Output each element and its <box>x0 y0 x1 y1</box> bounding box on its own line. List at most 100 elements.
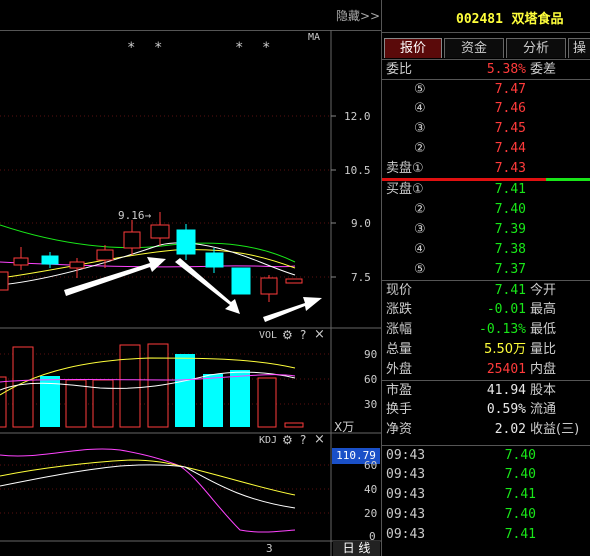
bid-price: 7.40 <box>494 202 526 217</box>
quote-label: 换手 <box>386 402 413 417</box>
tick-price: 7.40 <box>504 448 536 463</box>
tick-time: 09:43 <box>386 448 426 463</box>
quote-value: -0.01 <box>486 302 526 317</box>
tick-price: 7.40 <box>504 467 536 482</box>
ask-level-label: 卖盘① <box>386 161 424 176</box>
quote-label: 涨跌 <box>386 302 413 317</box>
bid-level-label: ④ <box>414 242 426 257</box>
quote-label-2: 流通 <box>530 402 557 417</box>
kdj-tick: 60 <box>364 459 378 472</box>
kline-chart <box>0 30 381 556</box>
tab-analysis[interactable]: 分析 <box>506 38 566 58</box>
ask-row[interactable]: ④ 7.46 <box>382 99 590 119</box>
tick-time: 09:43 <box>386 487 426 502</box>
bid-price: 7.41 <box>494 182 526 197</box>
gear-icon[interactable]: ⚙ <box>282 433 293 447</box>
bid-level-label: ⑤ <box>414 262 426 277</box>
quote-label-2: 内盘 <box>530 362 557 377</box>
quote-row: 现价 7.41 今开 <box>382 280 590 301</box>
quote-row: 外盘 25401 内盘 <box>382 360 590 380</box>
quote-label-2: 股本 <box>530 383 557 398</box>
quote-label-2: 最高 <box>530 302 557 317</box>
tick-row: 09:43 7.40 <box>382 465 590 485</box>
period-button[interactable]: 日 线 <box>333 541 380 556</box>
kdj-k-line <box>0 464 296 509</box>
tick-row: 09:43 7.41 <box>382 525 590 545</box>
quote-value: 5.50万 <box>484 342 526 357</box>
price-tick: 10.5 <box>344 164 371 177</box>
ask-level-label: ③ <box>414 121 426 136</box>
date-axis-label: 3 <box>266 542 273 555</box>
quote-row: 净资 2.02 收益(三) <box>382 420 590 440</box>
vol-tick: 30 <box>364 398 378 411</box>
quote-label: 市盈 <box>386 383 413 398</box>
close-icon[interactable]: × <box>314 327 325 342</box>
help-icon[interactable]: ? <box>300 328 306 342</box>
quote-value: 0.59% <box>486 402 526 417</box>
quote-label: 外盘 <box>386 362 413 377</box>
chart-area[interactable]: 隐藏>> MA * * * * 9.16→ 12.0 10.5 9.0 7.5 … <box>0 0 381 556</box>
kdj-tick: 20 <box>364 507 378 520</box>
bid-level-label: ③ <box>414 222 426 237</box>
ask-price: 7.45 <box>494 121 526 136</box>
price-tick: 7.5 <box>351 271 371 284</box>
weibi-row: 委比 5.38% 委差 <box>382 59 590 80</box>
help-icon[interactable]: ? <box>300 433 306 447</box>
vol-tick: 60 <box>364 373 378 386</box>
stock-name: 双塔食品 <box>511 12 564 27</box>
tab-more[interactable]: 操 <box>568 38 590 58</box>
vol-unit-label: X万 <box>334 420 355 434</box>
tick-time: 09:43 <box>386 527 426 542</box>
down-candles <box>41 224 251 295</box>
tab-funds[interactable]: 资金 <box>444 38 504 58</box>
quote-value: 7.41 <box>494 283 526 298</box>
tick-price: 7.40 <box>504 507 536 522</box>
title-divider <box>382 32 590 33</box>
ask-level-label: ④ <box>414 101 426 116</box>
ask-level-label: ② <box>414 141 426 156</box>
weicha-label: 委差 <box>530 62 557 77</box>
quote-label-2: 量比 <box>530 342 557 357</box>
tick-row: 09:43 7.40 <box>382 505 590 525</box>
gear-icon[interactable]: ⚙ <box>282 328 293 342</box>
star-mark: * <box>154 40 163 56</box>
kdj-j-line <box>0 448 296 533</box>
tick-time: 09:43 <box>386 507 426 522</box>
quote-row: 市盈 41.94 股本 <box>382 380 590 401</box>
star-mark: * <box>127 40 136 56</box>
quote-row: 涨跌 -0.01 最高 <box>382 300 590 320</box>
price-tick: 9.0 <box>351 217 371 230</box>
bid-price: 7.37 <box>494 262 526 277</box>
ask-row[interactable]: ② 7.44 <box>382 139 590 159</box>
ask-price: 7.47 <box>494 82 526 97</box>
ask-price: 7.46 <box>494 101 526 116</box>
kdj-tick: 40 <box>364 483 378 496</box>
ask-price: 7.43 <box>494 161 526 176</box>
ask-row[interactable]: 卖盘① 7.43 <box>382 159 590 179</box>
tick-row: 09:43 7.41 <box>382 485 590 505</box>
star-mark: * <box>235 40 244 56</box>
kdj-label: KDJ <box>259 435 278 446</box>
stock-code: 002481 <box>456 12 503 27</box>
bid-row[interactable]: ③ 7.39 <box>382 220 590 240</box>
quote-label: 净资 <box>386 422 413 437</box>
bid-row[interactable]: ⑤ 7.37 <box>382 260 590 280</box>
quote-value: 25401 <box>486 362 526 377</box>
star-mark: * <box>262 40 271 56</box>
quote-label-2: 收益(三) <box>530 422 580 437</box>
ask-row[interactable]: ③ 7.45 <box>382 119 590 139</box>
quote-label: 涨幅 <box>386 322 413 337</box>
ask-price: 7.44 <box>494 141 526 156</box>
bid-row[interactable]: 买盘① 7.41 <box>382 180 590 200</box>
tab-quote[interactable]: 报价 <box>384 38 442 58</box>
quote-value: 2.02 <box>494 422 526 437</box>
tick-price: 7.41 <box>504 487 536 502</box>
bid-row[interactable]: ② 7.40 <box>382 200 590 220</box>
close-icon[interactable]: × <box>314 432 325 447</box>
ask-row[interactable]: ⑤ 7.47 <box>382 79 590 100</box>
bid-price: 7.39 <box>494 222 526 237</box>
vol-tick: 90 <box>364 348 378 361</box>
bid-level-label: ② <box>414 202 426 217</box>
bid-row[interactable]: ④ 7.38 <box>382 240 590 260</box>
quote-row: 涨幅 -0.13% 最低 <box>382 320 590 340</box>
